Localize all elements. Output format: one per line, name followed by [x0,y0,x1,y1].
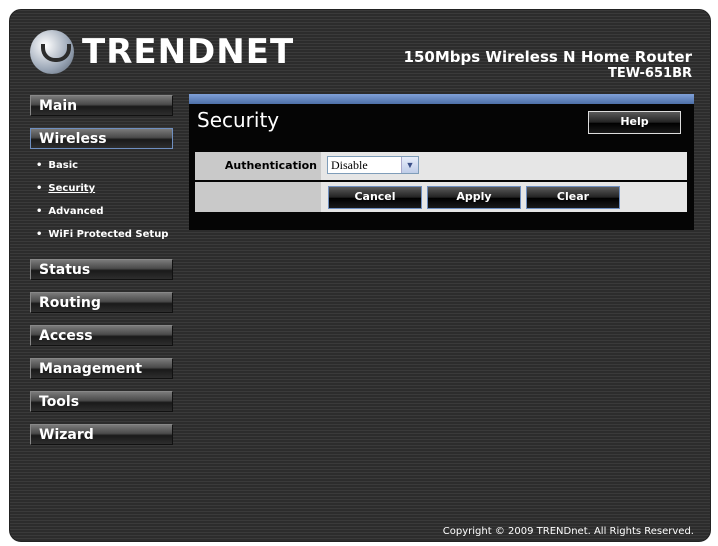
auth-type-value: Disable [331,158,368,172]
page-title: Security [197,108,280,132]
router-frame: TRENDNET 150Mbps Wireless N Home Router … [9,9,711,542]
clear-button[interactable]: Clear [526,186,620,209]
action-row-spacer [195,182,321,212]
security-panel: Security Help Authentication Type Disabl… [189,94,694,230]
subnav-wps[interactable]: • WiFi Protected Setup [30,226,175,249]
subnav-advanced[interactable]: • Advanced [30,203,175,226]
chevron-down-icon[interactable]: ▼ [401,157,418,173]
nav-wireless[interactable]: Wireless [30,128,173,149]
product-name: 150Mbps Wireless N Home Router [403,48,692,66]
logo-text: TRENDNET [82,32,295,72]
copyright-text: Copyright © 2009 TRENDnet. All Rights Re… [442,526,694,537]
subnav-basic[interactable]: • Basic [30,157,175,180]
sidebar: Main Wireless • Basic • Security • Advanced… [30,95,175,457]
apply-button[interactable]: Apply [427,186,521,209]
auth-type-select[interactable]: Disable ▼ [327,156,419,174]
cancel-button[interactable]: Cancel [328,186,422,209]
subnav-security[interactable]: • Security [30,180,175,203]
product-header: 150Mbps Wireless N Home Router TEW-651BR [404,48,692,81]
nav-status[interactable]: Status [30,259,173,280]
help-button[interactable]: Help [588,111,681,134]
trendnet-logo: TRENDNET [30,28,294,76]
trendnet-logo-icon [30,30,74,74]
nav-tools[interactable]: Tools [30,391,173,412]
nav-main[interactable]: Main [30,95,173,116]
panel-accent-bar [189,94,694,104]
action-buttons-row: Cancel Apply Clear [195,182,687,212]
nav-access[interactable]: Access [30,325,173,346]
auth-type-row: Authentication Type Disable ▼ [195,152,687,200]
nav-management[interactable]: Management [30,358,173,379]
nav-routing[interactable]: Routing [30,292,173,313]
wireless-submenu: • Basic • Security • Advanced • WiFi Protect… [30,157,175,249]
auth-type-label: Authentication Type [195,152,321,200]
product-model: TEW-651BR [608,66,692,81]
nav-wizard[interactable]: Wizard [30,424,173,445]
